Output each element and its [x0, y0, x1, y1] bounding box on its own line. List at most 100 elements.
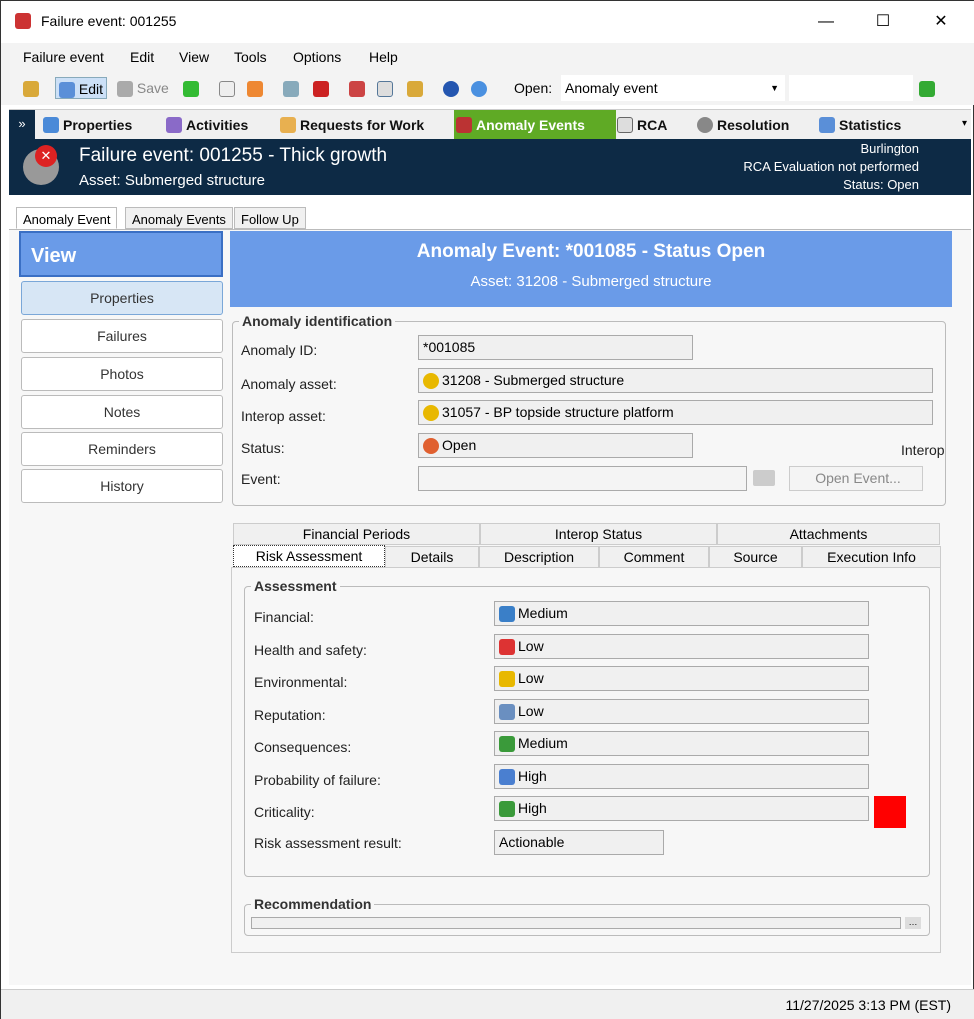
- title-bar: Failure event: 001255 — ☐ ✕: [1, 1, 974, 43]
- undo-icon[interactable]: [283, 77, 299, 99]
- rca-status: RCA Evaluation not performed: [743, 159, 919, 174]
- cut-icon[interactable]: [349, 77, 365, 99]
- nav-label: Resolution: [717, 117, 790, 133]
- go-arrow-icon[interactable]: [919, 77, 935, 99]
- tab-financial-periods[interactable]: Financial Periods: [233, 523, 480, 545]
- interop-asset-field[interactable]: 31057 - BP topside structure platform: [418, 400, 933, 425]
- nav-resolution[interactable]: Resolution: [695, 110, 789, 140]
- group-title: Anomaly identification: [239, 313, 396, 329]
- maximize-button[interactable]: ☐: [863, 9, 903, 35]
- assessment-label: Reputation:: [254, 706, 326, 723]
- criticality-color-swatch: [874, 796, 906, 828]
- nav-properties[interactable]: Properties: [41, 110, 132, 140]
- menu-options[interactable]: Options: [293, 49, 341, 65]
- error-icon: ✕: [35, 145, 57, 167]
- view-reminders-button[interactable]: Reminders: [21, 432, 223, 466]
- edit-button[interactable]: Edit: [55, 77, 108, 99]
- assessment-value-field[interactable]: Low: [494, 633, 869, 659]
- tab-anomaly-event[interactable]: Anomaly Event: [16, 207, 118, 229]
- status-field[interactable]: Open: [418, 433, 693, 458]
- windows-icon[interactable]: [247, 77, 263, 99]
- paste-icon[interactable]: [407, 77, 423, 99]
- anomaly-asset-field[interactable]: 31208 - Submerged structure: [418, 368, 933, 393]
- view-header: View: [19, 231, 223, 277]
- save-label: Save: [136, 80, 169, 96]
- tab-comment[interactable]: Comment: [599, 546, 709, 568]
- nav-label: Statistics: [839, 117, 902, 133]
- tab-follow-up[interactable]: Follow Up: [234, 207, 306, 229]
- collapse-icon[interactable]: »: [9, 110, 35, 140]
- folder-icon[interactable]: [753, 470, 775, 486]
- assessment-value-field[interactable]: Low: [494, 666, 869, 691]
- nav-rca[interactable]: RCA: [615, 110, 667, 140]
- new-document-icon[interactable]: [219, 77, 235, 99]
- report-icon[interactable]: [313, 77, 329, 99]
- assessment-label: Financial:: [254, 609, 314, 625]
- minimize-button[interactable]: —: [806, 9, 846, 35]
- edit-label: Edit: [78, 81, 104, 97]
- rating-icon: [499, 736, 515, 753]
- record-status: Status: Open: [843, 177, 919, 192]
- assessment-value-field[interactable]: Low: [494, 698, 869, 724]
- nav-label: Anomaly Events: [476, 117, 585, 133]
- rating-icon: [499, 606, 515, 623]
- view-failures-button[interactable]: Failures: [21, 319, 223, 353]
- risk-result-field[interactable]: Actionable: [494, 830, 664, 855]
- anomaly-banner: Anomaly Event: *001085 - Status Open Ass…: [230, 231, 952, 307]
- nav-anomaly-events[interactable]: Anomaly Events: [454, 110, 616, 140]
- recommendation-group: Recommendation …: [244, 896, 930, 936]
- tab-description[interactable]: Description: [479, 546, 599, 568]
- menu-help[interactable]: Help: [369, 49, 398, 65]
- tab-details[interactable]: Details: [385, 546, 479, 568]
- tab-risk-assessment[interactable]: Risk Assessment: [233, 545, 385, 567]
- expand-icon[interactable]: …: [905, 917, 921, 929]
- risk-assessment-panel: Assessment Financial: Medium Health and s…: [231, 567, 941, 953]
- refresh-icon[interactable]: [183, 77, 199, 99]
- tab-source[interactable]: Source: [709, 546, 802, 568]
- close-button[interactable]: ✕: [921, 9, 961, 35]
- info-icon[interactable]: [471, 77, 487, 99]
- asset-icon: [423, 405, 439, 422]
- menu-edit[interactable]: Edit: [130, 49, 154, 65]
- anomaly-id-field[interactable]: *001085: [418, 335, 693, 360]
- tab-execution-info[interactable]: Execution Info: [802, 546, 941, 568]
- view-properties-button[interactable]: Properties: [21, 281, 223, 315]
- recommendation-field[interactable]: [251, 917, 901, 929]
- record-title: Failure event: 001255 - Thick growth: [79, 145, 388, 166]
- open-type-select[interactable]: Anomaly event ▼: [561, 75, 785, 101]
- assessment-value-field[interactable]: High: [494, 796, 869, 821]
- nav-activities[interactable]: Activities: [164, 110, 248, 140]
- nav-label: Properties: [63, 117, 133, 133]
- window-title: Failure event: 001255: [41, 13, 177, 29]
- tab-anomaly-events[interactable]: Anomaly Events: [125, 207, 233, 229]
- nav-label: RCA: [637, 117, 668, 133]
- anomaly-title: Anomaly Event: *001085 - Status Open: [416, 241, 766, 262]
- anomaly-subtitle: Asset: 31208 - Submerged structure: [470, 273, 712, 290]
- open-number-input[interactable]: [789, 75, 913, 101]
- nav-statistics[interactable]: Statistics: [817, 110, 901, 140]
- open-folder-icon[interactable]: [23, 77, 39, 99]
- view-photos-button[interactable]: Photos: [21, 357, 223, 391]
- status-bar: 11/27/2025 3:13 PM (EST): [1, 989, 974, 1019]
- event-field[interactable]: [418, 466, 747, 491]
- help-icon[interactable]: [443, 77, 459, 99]
- assessment-label: Health and safety:: [254, 641, 367, 658]
- assessment-value-field[interactable]: Medium: [494, 731, 869, 756]
- nav-requests-for-work[interactable]: Requests for Work: [278, 110, 424, 140]
- assessment-value-field[interactable]: High: [494, 763, 869, 789]
- tab-attachments[interactable]: Attachments: [717, 523, 940, 545]
- tab-interop-status[interactable]: Interop Status: [480, 523, 717, 545]
- menu-view[interactable]: View: [179, 49, 209, 65]
- rating-icon: [499, 671, 515, 688]
- menu-tools[interactable]: Tools: [234, 49, 267, 65]
- assessment-value-field[interactable]: Medium: [494, 601, 869, 626]
- view-history-button[interactable]: History: [21, 469, 223, 503]
- open-event-button[interactable]: Open Event...: [789, 466, 923, 491]
- overflow-icon[interactable]: ▾: [962, 118, 967, 129]
- copy-icon[interactable]: [377, 77, 393, 99]
- nav-label: Activities: [186, 117, 249, 133]
- save-button[interactable]: Save: [117, 77, 169, 99]
- assessment-label: Environmental:: [254, 674, 348, 690]
- menu-failure-event[interactable]: Failure event: [23, 49, 104, 65]
- view-notes-button[interactable]: Notes: [21, 395, 223, 429]
